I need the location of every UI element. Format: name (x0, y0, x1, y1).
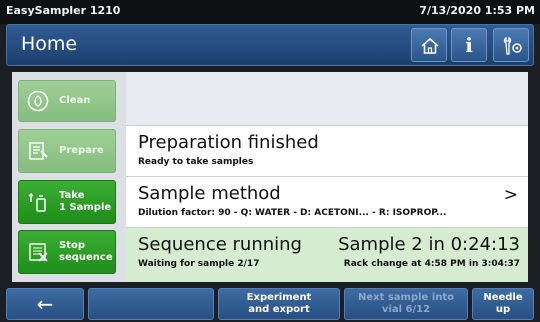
preparation-status-row: Preparation finished Ready to take sampl… (126, 126, 528, 177)
preparation-heading: Preparation finished (138, 132, 319, 153)
main-panel: Clean Prepare Take 1 Sample Stop sequenc… (12, 72, 528, 282)
prepare-button[interactable]: Prepare (18, 129, 116, 173)
take-label-line1: Take (59, 190, 85, 201)
info-row-empty (126, 72, 528, 126)
settings-button[interactable] (493, 28, 529, 62)
sequence-heading: Sequence running (138, 234, 302, 255)
datetime: 7/13/2020 1:53 PM (419, 4, 535, 17)
chevron-right-icon: > (503, 185, 518, 205)
sample-countdown: Sample 2 in 0:24:13 (338, 234, 520, 255)
next-sample-label-line2: vial 6/12 (381, 304, 431, 315)
clean-icon (27, 90, 49, 112)
needle-label-line2: up (495, 304, 511, 315)
sequence-status-row: Sequence running Waiting for sample 2/17… (126, 228, 528, 282)
next-sample-button[interactable]: Next sample into vial 6/12 (344, 288, 468, 320)
take-label-line2: 1 Sample (59, 202, 112, 213)
clean-button[interactable]: Clean (18, 80, 116, 122)
experiment-label-line2: and export (248, 304, 310, 315)
home-icon (421, 37, 439, 54)
sample-method-row[interactable]: Sample method Dilution factor: 90 - Q: W… (126, 177, 528, 228)
rack-change-info: Rack change at 4:58 PM in 3:04:37 (343, 259, 520, 269)
page-title: Home (21, 33, 78, 55)
experiment-label-line1: Experiment (246, 292, 312, 303)
sequence-subtext: Waiting for sample 2/17 (138, 259, 260, 269)
home-button[interactable] (411, 28, 447, 62)
page-header: Home i (6, 24, 534, 66)
needle-up-button[interactable]: Needle up (472, 288, 534, 320)
app-name: EasySampler 1210 (6, 4, 121, 17)
arrow-left-icon: ← (36, 292, 54, 316)
take-sample-button[interactable]: Take 1 Sample (18, 180, 116, 224)
prepare-label: Prepare (59, 145, 104, 156)
back-button[interactable]: ← (6, 288, 84, 320)
prepare-icon (29, 142, 48, 160)
info-icon: i (465, 33, 473, 57)
clean-label: Clean (59, 95, 91, 106)
stop-sequence-icon (29, 243, 48, 262)
sample-method-subtext: Dilution factor: 90 - Q: WATER - D: ACET… (138, 208, 447, 218)
status-bar: EasySampler 1210 7/13/2020 1:53 PM (0, 0, 540, 24)
take-sample-icon (28, 193, 46, 212)
sample-method-heading: Sample method (138, 183, 281, 204)
needle-label-line1: Needle (483, 292, 523, 303)
stop-sequence-button[interactable]: Stop sequence (18, 230, 116, 274)
tools-icon (503, 36, 522, 55)
bottom-bar: ← Experiment and export Next sample into… (0, 286, 540, 322)
stop-label-line1: Stop (59, 240, 86, 251)
experiment-export-button[interactable]: Experiment and export (218, 288, 340, 320)
empty-bottom-slot (88, 288, 214, 320)
preparation-subtext: Ready to take samples (138, 157, 254, 167)
next-sample-label-line1: Next sample into (357, 292, 455, 303)
info-button[interactable]: i (451, 28, 487, 62)
stop-label-line2: sequence (59, 252, 113, 263)
